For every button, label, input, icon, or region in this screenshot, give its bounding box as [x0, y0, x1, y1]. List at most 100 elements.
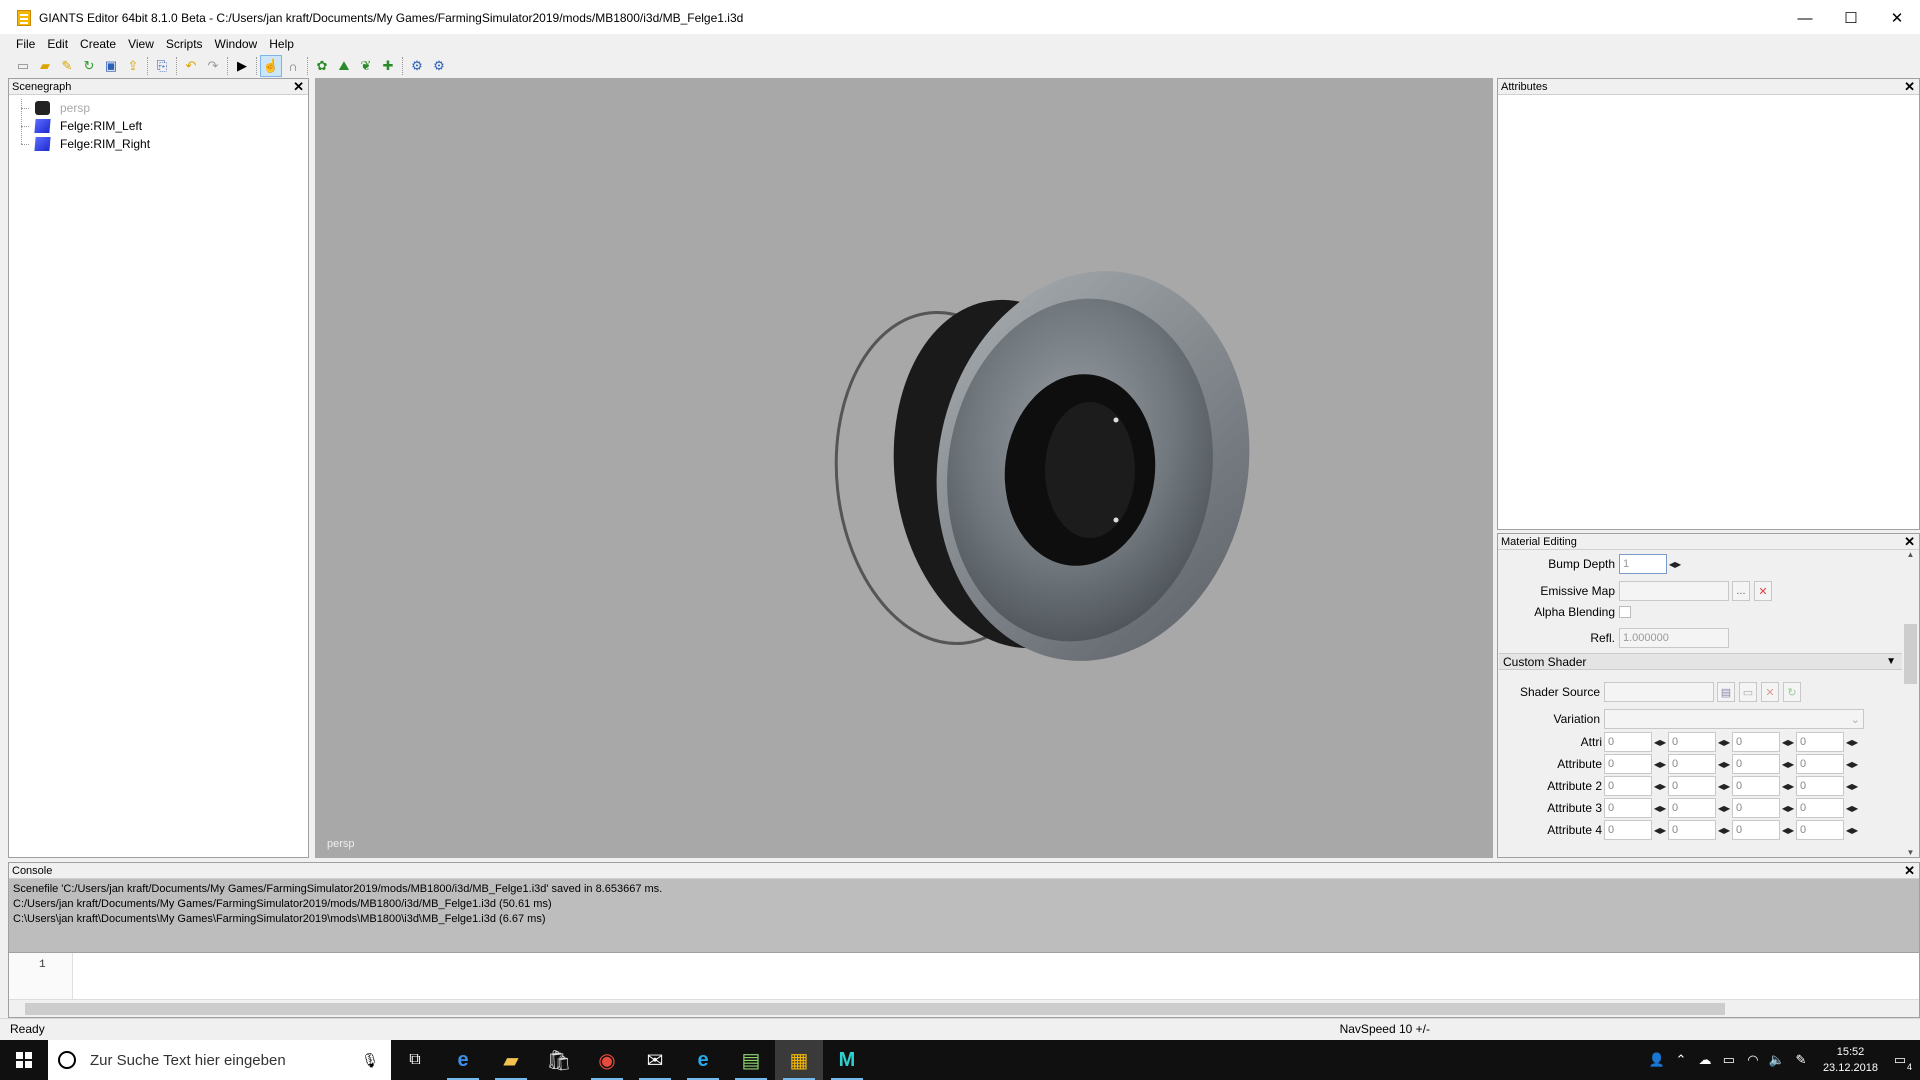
attribute-stepper[interactable]: ◀▶ — [1780, 755, 1796, 773]
attribute-stepper[interactable]: ◀▶ — [1716, 733, 1732, 751]
menu-help[interactable]: Help — [263, 37, 300, 51]
attribute-value-input[interactable]: 0 — [1668, 776, 1716, 796]
scroll-thumb[interactable] — [25, 1003, 1725, 1015]
snap-icon[interactable]: ∩ — [282, 55, 304, 77]
attribute-stepper[interactable]: ◀▶ — [1652, 733, 1668, 751]
cut-icon[interactable]: ⎘ — [151, 55, 173, 77]
menu-file[interactable]: File — [10, 37, 41, 51]
editor-hscrollbar[interactable] — [9, 999, 1919, 1017]
bump-depth-input[interactable]: 1 — [1619, 554, 1667, 574]
tree-item-rim-left[interactable]: Felge:RIM_Left — [21, 117, 308, 135]
attribute-value-input[interactable]: 0 — [1604, 776, 1652, 796]
attribute-value-input[interactable]: 0 — [1796, 732, 1844, 752]
menu-view[interactable]: View — [122, 37, 160, 51]
scroll-up-icon[interactable]: ▲ — [1902, 550, 1919, 559]
attribute-stepper[interactable]: ◀▶ — [1716, 755, 1732, 773]
attribute-value-input[interactable]: 0 — [1732, 820, 1780, 840]
shader-new-icon[interactable]: ▭ — [1739, 682, 1757, 702]
internet-explorer-icon[interactable]: e — [679, 1040, 727, 1080]
shader-source-field[interactable] — [1604, 682, 1714, 702]
new-file-icon[interactable]: ▭ — [12, 55, 34, 77]
taskbar-search-box[interactable]: Zur Suche Text hier eingeben 🎙 — [48, 1040, 391, 1080]
attribute-value-input[interactable]: 0 — [1732, 732, 1780, 752]
shader-reload-icon[interactable]: ↻ — [1783, 682, 1801, 702]
attribute-stepper[interactable]: ◀▶ — [1716, 777, 1732, 795]
close-button[interactable]: ✕ — [1874, 0, 1920, 36]
scroll-down-icon[interactable]: ▼ — [1902, 848, 1919, 857]
giants-editor-taskbar-icon[interactable]: ▦ — [775, 1040, 823, 1080]
attribute-value-input[interactable]: 0 — [1668, 820, 1716, 840]
select-tool-icon[interactable]: ☝ — [260, 55, 282, 77]
material-scrollbar[interactable]: ▲ ▼ — [1902, 550, 1919, 857]
close-icon[interactable]: ✕ — [1904, 80, 1915, 93]
attribute-stepper[interactable]: ◀▶ — [1652, 821, 1668, 839]
terrain-paint-icon[interactable]: ✿ — [311, 55, 333, 77]
start-button[interactable] — [0, 1040, 48, 1080]
chevron-up-icon[interactable]: ⌃ — [1669, 1052, 1693, 1068]
play-icon[interactable]: ▶ — [231, 55, 253, 77]
pen-icon[interactable]: ✎ — [1789, 1052, 1813, 1068]
wifi-icon[interactable]: ◠ — [1741, 1052, 1765, 1068]
task-view-icon[interactable]: ⧉ — [391, 1040, 439, 1080]
attribute-stepper[interactable]: ◀▶ — [1780, 821, 1796, 839]
menu-create[interactable]: Create — [74, 37, 122, 51]
battery-icon[interactable]: ▭ — [1717, 1052, 1741, 1068]
attribute-stepper[interactable]: ◀▶ — [1780, 733, 1796, 751]
attribute-value-input[interactable]: 0 — [1796, 776, 1844, 796]
chrome-icon[interactable]: ◉ — [583, 1040, 631, 1080]
custom-shader-section[interactable]: Custom Shader ▼ — [1499, 653, 1902, 670]
emissive-browse-button[interactable]: ... — [1732, 581, 1750, 601]
file-explorer-icon[interactable]: ▰ — [487, 1040, 535, 1080]
scroll-thumb[interactable] — [1904, 624, 1917, 684]
attribute-stepper[interactable]: ◀▶ — [1652, 799, 1668, 817]
attribute-value-input[interactable]: 0 — [1732, 798, 1780, 818]
script-editor[interactable]: 1 — [8, 952, 1920, 1018]
emissive-map-field[interactable] — [1619, 581, 1729, 601]
attribute-value-input[interactable]: 0 — [1604, 732, 1652, 752]
undo-icon[interactable]: ↶ — [180, 55, 202, 77]
mail-icon[interactable]: ✉ — [631, 1040, 679, 1080]
open-file-icon[interactable]: ▰ — [34, 55, 56, 77]
terrain-sculpt-icon[interactable]: ⛰ — [333, 55, 355, 77]
minimize-button[interactable]: — — [1782, 0, 1828, 36]
notepad-icon[interactable]: ▤ — [727, 1040, 775, 1080]
attribute-stepper[interactable]: ◀▶ — [1652, 777, 1668, 795]
alpha-blending-checkbox[interactable] — [1619, 606, 1631, 618]
attribute-value-input[interactable]: 0 — [1732, 754, 1780, 774]
close-icon[interactable]: ✕ — [1904, 535, 1915, 548]
save-icon[interactable]: ▣ — [100, 55, 122, 77]
3d-viewport[interactable]: persp — [315, 78, 1493, 858]
attribute-stepper[interactable]: ◀▶ — [1844, 821, 1860, 839]
microphone-icon[interactable]: 🎙 — [361, 1052, 379, 1069]
settings-icon[interactable]: ⚙ — [406, 55, 428, 77]
import-icon[interactable]: ✎ — [56, 55, 78, 77]
placement-icon[interactable]: ✚ — [377, 55, 399, 77]
menu-edit[interactable]: Edit — [41, 37, 74, 51]
attribute-value-input[interactable]: 0 — [1604, 798, 1652, 818]
close-icon[interactable]: ✕ — [1904, 864, 1915, 877]
foliage-paint-icon[interactable]: ❦ — [355, 55, 377, 77]
notifications-icon[interactable]: ▭ 4 — [1888, 1052, 1912, 1072]
bump-depth-stepper[interactable]: ◀▶ — [1667, 555, 1683, 573]
store-icon[interactable]: 🛍 — [535, 1040, 583, 1080]
maya-icon[interactable]: M — [823, 1040, 871, 1080]
attribute-value-input[interactable]: 0 — [1668, 732, 1716, 752]
attribute-stepper[interactable]: ◀▶ — [1844, 777, 1860, 795]
attribute-value-input[interactable]: 0 — [1796, 754, 1844, 774]
export-icon[interactable]: ⇪ — [122, 55, 144, 77]
attribute-stepper[interactable]: ◀▶ — [1652, 755, 1668, 773]
refl-input[interactable]: 1.000000 — [1619, 628, 1729, 648]
variation-select[interactable]: ⌄ — [1604, 709, 1864, 729]
attribute-stepper[interactable]: ◀▶ — [1780, 777, 1796, 795]
redo-icon[interactable]: ↷ — [202, 55, 224, 77]
tree-item-rim-right[interactable]: Felge:RIM_Right — [21, 135, 308, 153]
close-icon[interactable]: ✕ — [293, 80, 304, 93]
shader-clear-icon[interactable]: ✕ — [1761, 682, 1779, 702]
attribute-value-input[interactable]: 0 — [1604, 820, 1652, 840]
attribute-value-input[interactable]: 0 — [1796, 820, 1844, 840]
menu-scripts[interactable]: Scripts — [160, 37, 209, 51]
reload-icon[interactable]: ↻ — [78, 55, 100, 77]
shader-open-icon[interactable]: ▤ — [1717, 682, 1735, 702]
emissive-clear-icon[interactable]: ✕ — [1754, 581, 1772, 601]
people-icon[interactable]: 👤 — [1645, 1052, 1669, 1068]
